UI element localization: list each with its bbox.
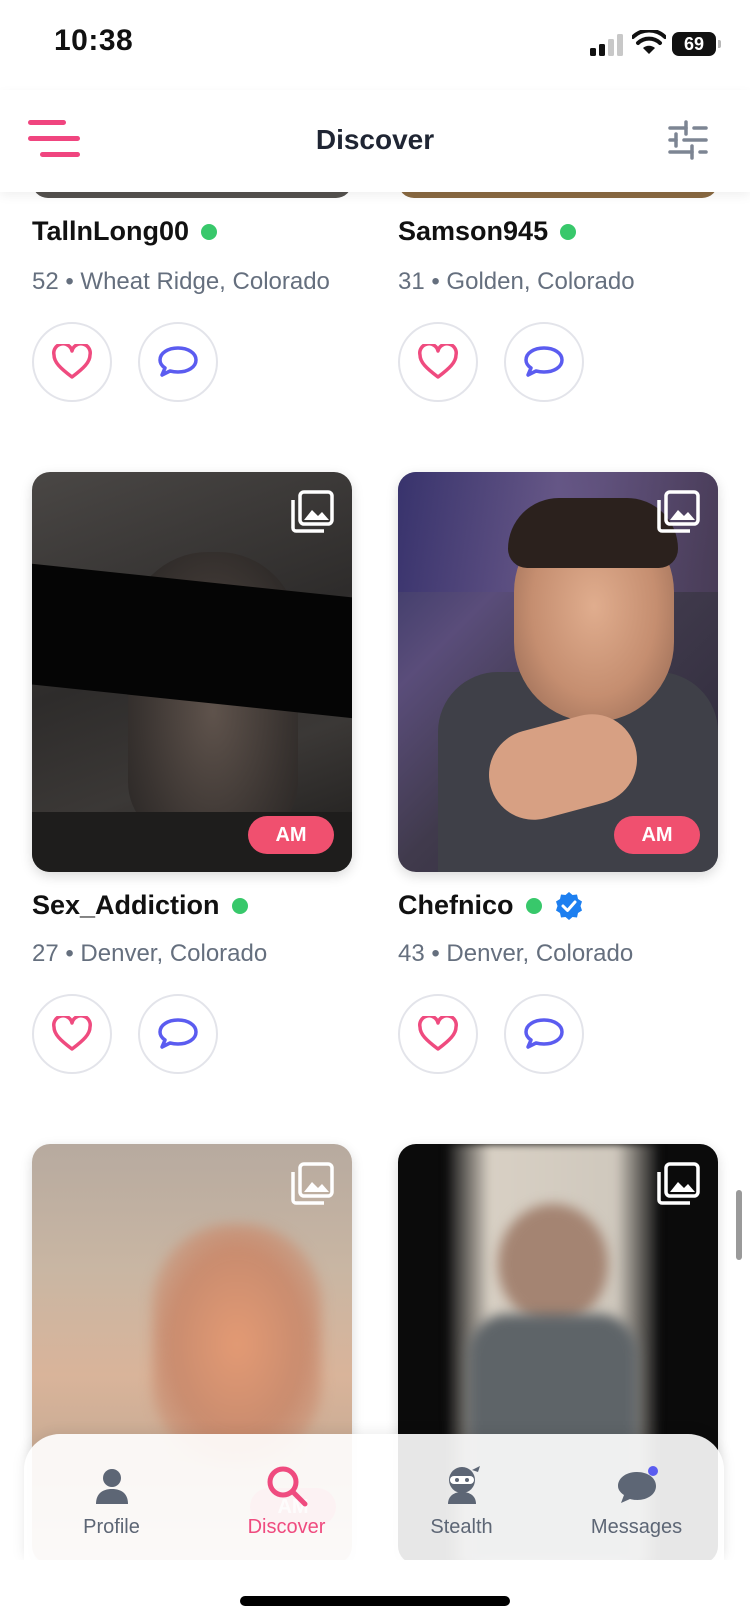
message-button[interactable] (138, 322, 218, 402)
chat-bubble-icon (158, 1018, 198, 1049)
chat-bubble-icon (617, 1466, 658, 1503)
profile-photo[interactable]: AM (32, 472, 352, 872)
chat-bubble-icon (158, 346, 198, 377)
wifi-icon (632, 30, 666, 54)
nav-profile[interactable]: Profile (24, 1434, 199, 1560)
online-status-dot (525, 897, 542, 914)
profile-age-location: 52 • Wheat Ridge, Colorado (32, 268, 330, 295)
message-button[interactable] (504, 322, 584, 402)
bottom-navigation: Profile Discover Stealth Messages (24, 1434, 724, 1560)
online-status-dot (560, 223, 577, 240)
nav-label: Discover (247, 1516, 326, 1538)
like-button[interactable] (398, 322, 478, 402)
battery-icon: 69 (672, 32, 721, 56)
message-button[interactable] (504, 994, 584, 1074)
nav-label: Messages (590, 1516, 683, 1538)
app-header: Discover (0, 90, 750, 192)
profile-username[interactable]: Chefnico (398, 890, 514, 921)
cellular-signal-icon (590, 34, 623, 56)
status-badge: AM (248, 816, 334, 854)
photo-gallery-icon (657, 1162, 700, 1205)
message-button[interactable] (138, 994, 218, 1074)
home-indicator[interactable] (240, 1596, 510, 1606)
profile-name-row: Sex_Addiction (32, 890, 248, 921)
heart-icon (52, 1016, 92, 1051)
profile-name-row: Chefnico (398, 890, 584, 921)
status-bar: 10:38 69 (0, 0, 750, 90)
profile-username[interactable]: Sex_Addiction (32, 890, 220, 921)
nav-label: Profile (83, 1516, 140, 1538)
filter-sliders-icon[interactable] (668, 120, 708, 160)
online-status-dot (201, 223, 218, 240)
verified-badge-icon (555, 891, 582, 920)
nav-stealth[interactable]: Stealth (374, 1434, 549, 1560)
online-status-dot (231, 897, 248, 914)
profile-photo[interactable]: AM (398, 472, 718, 872)
person-icon (95, 1469, 128, 1504)
profile-name-row: Samson945 (398, 216, 577, 247)
profile-age-location: 31 • Golden, Colorado (398, 268, 635, 295)
profile-grid: TallnLong00 52 • Wheat Ridge, Colorado S… (0, 0, 750, 1624)
heart-icon (418, 344, 458, 379)
profile-age-location: 27 • Denver, Colorado (32, 940, 268, 967)
photo-gallery-icon (291, 1162, 334, 1205)
page-title: Discover (315, 124, 435, 155)
home-indicator-area (0, 1560, 750, 1624)
ninja-icon (447, 1466, 480, 1504)
profile-age-location: 43 • Denver, Colorado (398, 940, 634, 967)
like-button[interactable] (32, 994, 112, 1074)
profile-name-row: TallnLong00 (32, 216, 218, 247)
scrollbar[interactable] (736, 1190, 742, 1260)
heart-icon (418, 1016, 458, 1051)
chat-bubble-icon (524, 346, 564, 377)
nav-messages[interactable]: Messages (549, 1434, 724, 1560)
profile-username[interactable]: Samson945 (398, 216, 548, 247)
status-badge: AM (614, 816, 700, 854)
photo-gallery-icon (657, 490, 700, 533)
nav-label: Stealth (430, 1516, 493, 1538)
nav-discover[interactable]: Discover (199, 1434, 374, 1560)
photo-gallery-icon (291, 490, 334, 533)
profile-username[interactable]: TallnLong00 (32, 216, 189, 247)
status-time: 10:38 (54, 24, 134, 57)
like-button[interactable] (398, 994, 478, 1074)
heart-icon (52, 344, 92, 379)
search-icon (267, 1466, 307, 1507)
like-button[interactable] (32, 322, 112, 402)
chat-bubble-icon (524, 1018, 564, 1049)
